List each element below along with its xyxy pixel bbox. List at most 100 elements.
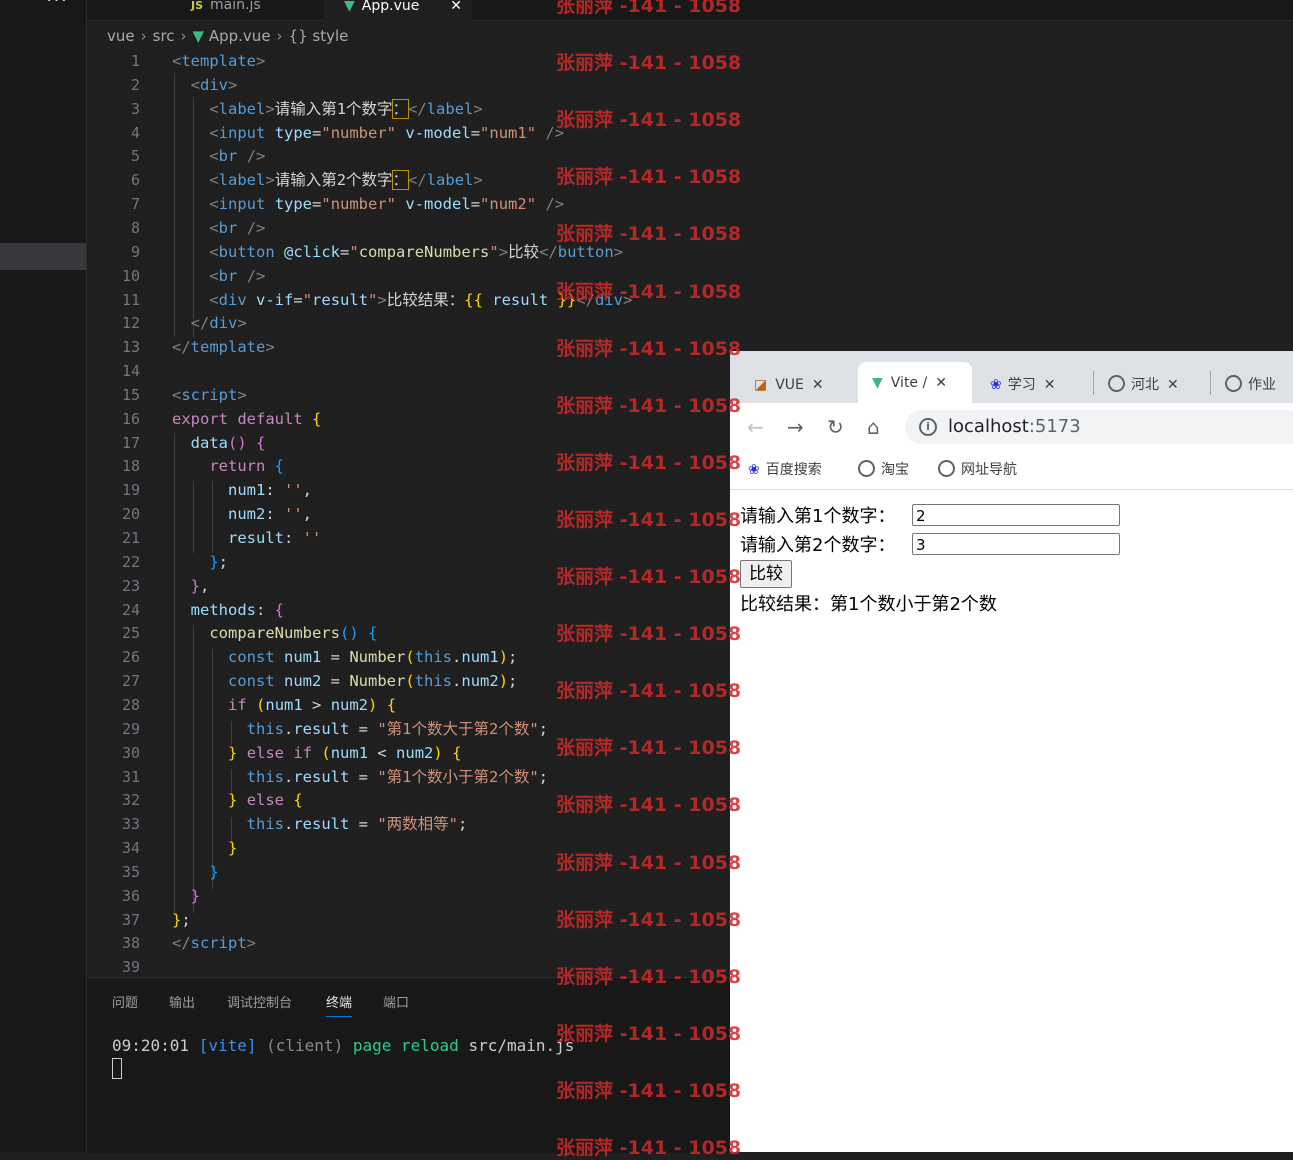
line-number: 1	[130, 52, 140, 70]
code-line[interactable]: </div>	[172, 311, 247, 335]
code-line[interactable]: } else {	[172, 788, 303, 812]
address-bar[interactable]: i localhost:5173	[905, 410, 1293, 444]
code-token: "num2"	[480, 195, 537, 214]
code-line[interactable]: result: ''	[172, 526, 321, 550]
compare-button[interactable]: 比较	[740, 560, 792, 588]
activity-selected-item[interactable]	[0, 243, 86, 270]
code-line[interactable]: </script>	[172, 931, 256, 955]
code-line[interactable]: } else if (num1 < num2) {	[172, 741, 461, 765]
code-line[interactable]: },	[172, 574, 210, 598]
close-icon[interactable]: ✕	[1044, 377, 1056, 393]
browser-tab-hebei[interactable]: 河北 ✕	[1108, 373, 1179, 397]
back-icon[interactable]: ←	[747, 415, 764, 439]
close-icon[interactable]: ✕	[1167, 377, 1179, 393]
code-token: ()	[228, 433, 247, 452]
watermark-text: 张丽萍 -141 - 1058	[556, 680, 742, 703]
code-line[interactable]: }	[172, 860, 218, 884]
code-line[interactable]: <br />	[172, 144, 265, 168]
code-line[interactable]: <label>请输入第1个数字：</label>	[172, 97, 483, 121]
code-line[interactable]: const num1 = Number(this.num1);	[172, 645, 517, 669]
code-line[interactable]: <br />	[172, 216, 265, 240]
url-text[interactable]: localhost:5173	[948, 416, 1081, 437]
code-token: num1	[228, 481, 266, 500]
code-line[interactable]: this.result = "第1个数小于第2个数";	[172, 765, 548, 789]
code-line[interactable]: if (num1 > num2) {	[172, 693, 396, 717]
tab-main-js[interactable]: JS main.js	[191, 0, 261, 20]
breadcrumb-item[interactable]: App.vue	[209, 27, 271, 45]
tab-app-vue[interactable]: ▼ App.vue ✕	[324, 0, 472, 21]
tab-output[interactable]: 输出	[169, 992, 195, 1011]
tab-ports[interactable]: 端口	[383, 992, 409, 1011]
code-line[interactable]: <script>	[172, 383, 247, 407]
code-token: this	[246, 767, 284, 786]
code-line[interactable]: };	[172, 550, 228, 574]
code-line[interactable]: num2: '',	[172, 502, 312, 526]
browser-tab-study[interactable]: ❀ 学习 ✕	[990, 373, 1055, 397]
vue-cat-icon: ◪	[754, 377, 768, 393]
code-line[interactable]: const num2 = Number(this.num2);	[172, 669, 517, 693]
browser-tab-homework[interactable]: 作业	[1225, 373, 1276, 397]
code-line[interactable]: compareNumbers() {	[172, 621, 377, 645]
code-line[interactable]: <input type="number" v-model="num2" />	[172, 192, 564, 216]
code-token: :	[265, 505, 284, 524]
code-token: >	[302, 695, 331, 714]
code-token: br	[218, 147, 238, 166]
code-token: />	[545, 195, 565, 214]
bookmark-nav[interactable]: 网址导航	[938, 459, 1017, 479]
tab-terminal[interactable]: 终端	[326, 992, 353, 1017]
home-icon[interactable]: ⌂	[867, 415, 880, 439]
code-token: result	[492, 290, 549, 309]
tab-problems[interactable]: 问题	[112, 992, 138, 1011]
code-line[interactable]: this.result = "第1个数大于第2个数";	[172, 717, 548, 741]
bookmark-label: 百度搜索	[765, 462, 822, 478]
code-line[interactable]: <div>	[172, 73, 238, 97]
code-token: num1	[284, 648, 322, 667]
code-token: div	[218, 290, 247, 309]
code-line[interactable]: this.result = "两数相等";	[172, 812, 468, 836]
code-token: label	[218, 171, 266, 190]
code-line[interactable]: };	[172, 908, 191, 932]
reload-icon[interactable]: ↻	[827, 415, 844, 439]
code-line[interactable]: export default {	[172, 407, 321, 431]
info-icon[interactable]: i	[919, 418, 937, 436]
code-line[interactable]: <input type="number" v-model="num1" />	[172, 121, 564, 145]
code-line[interactable]: }	[172, 836, 237, 860]
code-token: div	[209, 314, 238, 333]
forward-icon[interactable]: →	[787, 415, 804, 439]
line-number: 2	[130, 75, 140, 94]
code-line[interactable]: </template>	[172, 335, 275, 359]
num1-input[interactable]: 2	[912, 504, 1120, 526]
breadcrumb-item[interactable]: vue	[107, 27, 135, 45]
close-icon[interactable]: ✕	[812, 377, 824, 393]
num2-input[interactable]: 3	[912, 533, 1120, 555]
breadcrumb-item[interactable]: {} style	[289, 27, 349, 45]
line-number: 23	[121, 576, 140, 595]
watermark-text: 张丽萍 -141 - 1058	[556, 1079, 742, 1102]
more-icon[interactable]: ···	[46, 0, 68, 12]
code-line[interactable]: num1: '',	[172, 478, 312, 502]
code-line[interactable]: return {	[172, 454, 284, 478]
code-line[interactable]: <template>	[172, 49, 265, 73]
code-line[interactable]: <br />	[172, 264, 265, 288]
close-icon[interactable]: ✕	[935, 375, 947, 391]
tab-debug-console[interactable]: 调试控制台	[227, 992, 292, 1011]
code-token: >	[237, 385, 247, 404]
code-token: >	[265, 338, 275, 357]
close-icon[interactable]: ✕	[450, 0, 462, 17]
code-token: input	[218, 123, 266, 142]
code-line[interactable]: <label>请输入第2个数字：</label>	[172, 168, 483, 192]
browser-tab-vue[interactable]: ◪ VUE ✕	[754, 373, 824, 397]
code-line[interactable]: methods: {	[172, 598, 284, 622]
code-token: ''	[284, 481, 303, 500]
terminal-output[interactable]: 09:20:01 [vite] (client) page reload src…	[112, 1036, 574, 1055]
code-line[interactable]: }	[172, 884, 200, 908]
bookmark-taobao[interactable]: 淘宝	[858, 459, 909, 479]
code-line[interactable]: data() {	[172, 431, 266, 455]
breadcrumb-item[interactable]: src	[153, 27, 175, 45]
bookmark-baidu-search[interactable]: ❀ 百度搜索	[748, 459, 822, 479]
browser-tab-vite[interactable]: ▼ Vite / ✕	[858, 362, 972, 403]
